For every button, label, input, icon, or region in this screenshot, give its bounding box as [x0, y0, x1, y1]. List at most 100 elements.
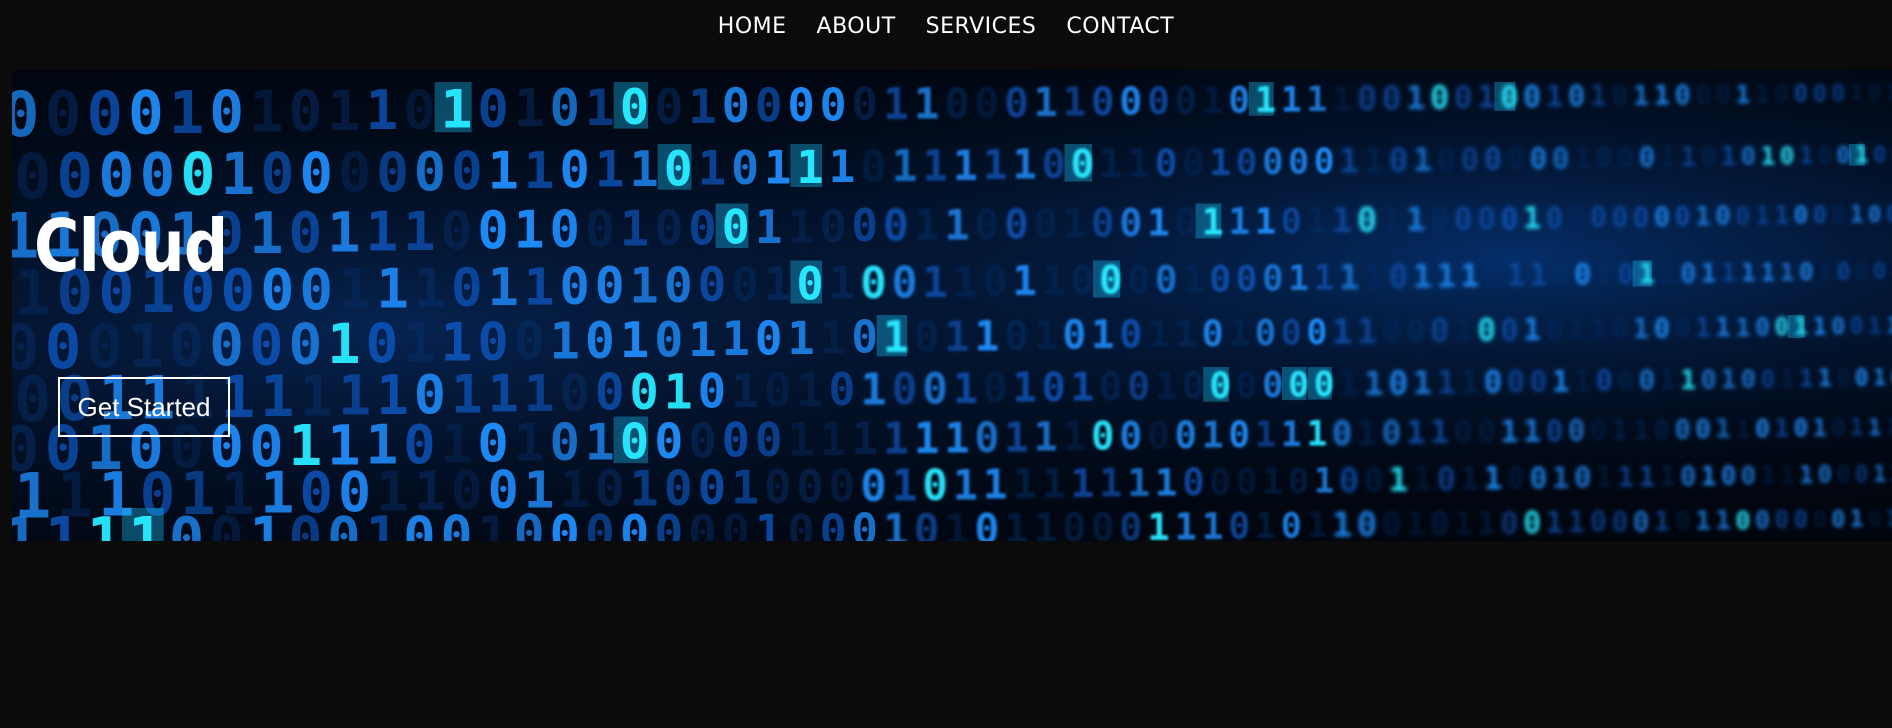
svg-text:0: 0	[974, 504, 999, 541]
svg-text:1: 1	[585, 79, 615, 137]
svg-text:0: 0	[1454, 202, 1473, 238]
svg-text:1: 1	[1715, 415, 1731, 445]
svg-text:0: 0	[820, 78, 847, 131]
svg-text:0: 0	[1454, 80, 1473, 116]
svg-text:1: 1	[1332, 80, 1352, 119]
svg-text:1: 1	[1868, 415, 1882, 441]
svg-text:1: 1	[1255, 415, 1276, 456]
svg-text:0: 0	[1288, 142, 1309, 182]
svg-text:1: 1	[249, 505, 283, 541]
svg-text:1: 1	[1202, 505, 1224, 541]
svg-text:0: 0	[922, 364, 948, 414]
svg-text:0: 0	[1147, 79, 1170, 123]
svg-text:0: 0	[974, 78, 999, 127]
svg-text:1: 1	[1262, 461, 1283, 502]
nav-link-about[interactable]: ABOUT	[817, 14, 896, 39]
svg-text:1: 1	[1255, 80, 1276, 121]
svg-text:1: 1	[327, 80, 360, 144]
svg-text:0: 0	[1633, 506, 1650, 538]
svg-text:0: 0	[1062, 506, 1086, 541]
svg-text:0: 0	[1119, 80, 1142, 125]
svg-text:0: 0	[289, 506, 323, 542]
svg-text:0: 0	[585, 200, 615, 258]
svg-text:1: 1	[1454, 313, 1473, 349]
svg-text:0: 0	[1091, 202, 1114, 247]
svg-text:0: 0	[1091, 80, 1114, 125]
svg-text:0: 0	[1477, 201, 1496, 237]
svg-text:0: 0	[1071, 142, 1095, 188]
svg-text:0: 0	[1119, 414, 1142, 459]
svg-text:0: 0	[1091, 506, 1114, 541]
svg-text:0: 0	[1639, 366, 1656, 397]
svg-text:0: 0	[1099, 259, 1122, 304]
svg-text:1: 1	[1062, 201, 1086, 247]
svg-text:0: 0	[1574, 460, 1591, 494]
svg-text:1: 1	[221, 141, 256, 208]
svg-text:1: 1	[514, 201, 545, 261]
svg-text:1: 1	[595, 141, 625, 199]
svg-text:1: 1	[1012, 257, 1037, 305]
svg-text:0: 0	[1209, 460, 1231, 503]
svg-text:1: 1	[1523, 414, 1541, 449]
svg-text:0: 0	[209, 78, 244, 146]
svg-text:1: 1	[1552, 364, 1570, 398]
svg-text:0: 0	[1611, 312, 1628, 345]
svg-text:0: 0	[722, 505, 750, 541]
svg-text:0: 0	[1680, 461, 1696, 492]
svg-text:0: 0	[1357, 201, 1377, 240]
svg-text:0: 0	[722, 79, 750, 134]
svg-text:0: 0	[1314, 365, 1335, 405]
svg-text:0: 0	[1500, 506, 1518, 541]
svg-text:1: 1	[414, 257, 446, 320]
svg-text:1: 1	[1695, 314, 1711, 344]
svg-text:1: 1	[1460, 462, 1479, 498]
svg-text:0: 0	[128, 80, 164, 149]
svg-text:1: 1	[698, 142, 727, 197]
nav-link-services[interactable]: SERVICES	[926, 14, 1037, 39]
svg-text:0: 0	[1099, 365, 1122, 410]
svg-text:1: 1	[1568, 312, 1585, 346]
svg-text:0: 0	[1228, 80, 1250, 122]
svg-text:1: 1	[1639, 462, 1656, 493]
svg-text:0: 0	[1617, 258, 1634, 291]
svg-text:1: 1	[892, 142, 918, 192]
svg-text:0: 0	[1831, 506, 1845, 533]
svg-text:1: 1	[820, 413, 847, 466]
svg-text:1: 1	[1175, 505, 1197, 542]
svg-text:0: 0	[1675, 313, 1691, 344]
svg-text:1: 1	[1850, 507, 1864, 533]
svg-text:1: 1	[983, 461, 1008, 509]
hero-banner: 0000101011010101001000001100011000010111…	[12, 70, 1892, 541]
svg-text:1: 1	[1012, 460, 1037, 508]
svg-text:0: 0	[787, 505, 814, 541]
svg-text:0: 0	[1262, 258, 1283, 299]
svg-text:0: 0	[1633, 201, 1650, 233]
svg-text:0: 0	[1119, 506, 1142, 541]
get-started-button[interactable]: Get Started	[58, 377, 230, 437]
nav-link-home[interactable]: HOME	[718, 14, 787, 39]
svg-text:1: 1	[1314, 258, 1335, 298]
main-navigation: HOME ABOUT SERVICES CONTACT	[0, 0, 1892, 52]
svg-text:1: 1	[1701, 259, 1717, 289]
svg-text:1: 1	[974, 311, 999, 360]
svg-text:1: 1	[1307, 202, 1328, 242]
svg-text:0: 0	[550, 505, 580, 542]
nav-link-contact[interactable]: CONTACT	[1066, 14, 1174, 39]
svg-text:0: 0	[1818, 141, 1832, 169]
svg-text:0: 0	[1389, 141, 1409, 179]
svg-text:0: 0	[1500, 80, 1518, 115]
svg-text:1: 1	[403, 200, 435, 263]
svg-text:1: 1	[1454, 506, 1473, 541]
svg-text:0: 0	[860, 461, 887, 512]
svg-text:0: 0	[1477, 313, 1496, 349]
svg-text:0: 0	[550, 79, 580, 138]
svg-text:1: 1	[883, 506, 909, 541]
svg-text:1: 1	[1596, 461, 1613, 494]
svg-text:1: 1	[1507, 259, 1525, 294]
svg-text:1: 1	[249, 79, 283, 145]
svg-text:0: 0	[1680, 258, 1696, 289]
svg-text:1: 1	[1680, 142, 1696, 173]
svg-text:1: 1	[1339, 141, 1359, 180]
svg-text:0: 0	[1147, 414, 1170, 458]
svg-text:1: 1	[1701, 462, 1717, 492]
